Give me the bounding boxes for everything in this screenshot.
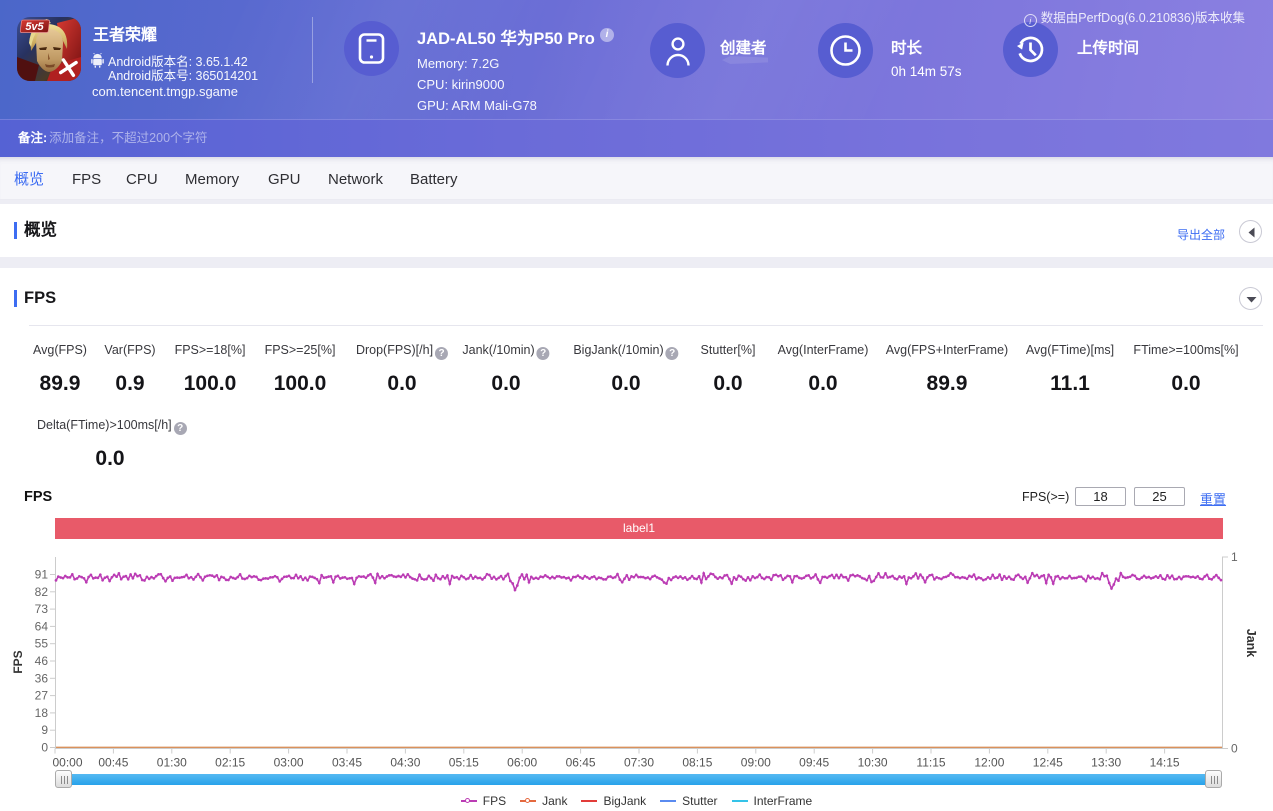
svg-text:13:30: 13:30 — [1091, 756, 1121, 770]
svg-text:10:30: 10:30 — [858, 756, 888, 770]
svg-text:18: 18 — [35, 706, 49, 720]
svg-text:09:45: 09:45 — [799, 756, 829, 770]
svg-text:07:30: 07:30 — [624, 756, 654, 770]
svg-text:Jank: Jank — [1244, 629, 1258, 658]
svg-text:09:00: 09:00 — [741, 756, 771, 770]
svg-text:0: 0 — [41, 741, 48, 755]
svg-text:05:15: 05:15 — [449, 756, 479, 770]
svg-text:06:00: 06:00 — [507, 756, 537, 770]
svg-text:73: 73 — [35, 602, 49, 616]
svg-text:03:45: 03:45 — [332, 756, 362, 770]
svg-text:00:00: 00:00 — [52, 756, 82, 770]
svg-text:00:45: 00:45 — [98, 756, 128, 770]
svg-text:91: 91 — [35, 568, 49, 582]
svg-text:64: 64 — [35, 619, 49, 633]
svg-text:27: 27 — [35, 689, 49, 703]
svg-text:82: 82 — [35, 585, 49, 599]
svg-text:08:15: 08:15 — [682, 756, 712, 770]
svg-text:04:30: 04:30 — [390, 756, 420, 770]
svg-text:36: 36 — [35, 671, 49, 685]
svg-text:5v5: 5v5 — [25, 21, 44, 33]
svg-text:12:45: 12:45 — [1033, 756, 1063, 770]
svg-text:01:30: 01:30 — [157, 756, 187, 770]
svg-text:03:00: 03:00 — [274, 756, 304, 770]
svg-text:55: 55 — [35, 637, 49, 651]
svg-text:46: 46 — [35, 654, 49, 668]
svg-text:06:45: 06:45 — [566, 756, 596, 770]
svg-text:FPS: FPS — [11, 650, 25, 673]
svg-text:11:15: 11:15 — [916, 756, 945, 770]
svg-text:0: 0 — [1231, 742, 1238, 756]
svg-text:9: 9 — [41, 723, 48, 737]
svg-text:12:00: 12:00 — [974, 756, 1004, 770]
svg-text:14:15: 14:15 — [1150, 756, 1180, 770]
svg-text:1: 1 — [1231, 550, 1238, 564]
svg-text:02:15: 02:15 — [215, 756, 245, 770]
